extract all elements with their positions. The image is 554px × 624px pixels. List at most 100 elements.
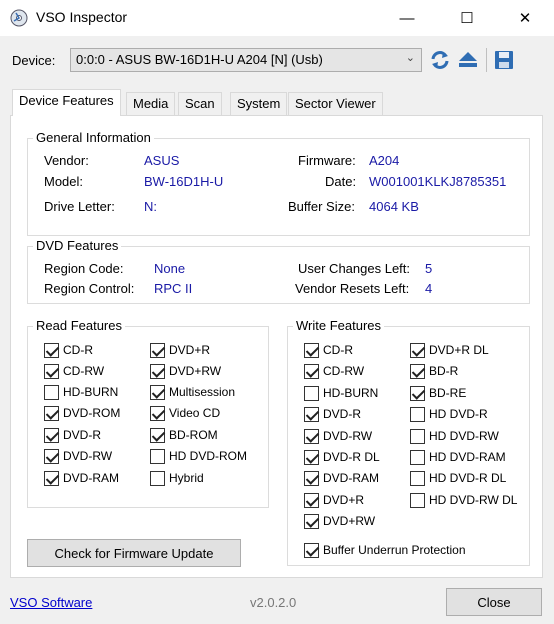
read-dvd-r-checkbox[interactable]: DVD-R	[44, 426, 101, 444]
checkbox-box[interactable]	[410, 470, 425, 486]
checkbox-box[interactable]	[44, 405, 59, 421]
write-dvd-plus-r-checkbox[interactable]: DVD+R	[304, 491, 364, 509]
write-hd-dvd-rw-dl-checkbox[interactable]: HD DVD-RW DL	[410, 491, 517, 509]
read-hybrid-checkbox[interactable]: Hybrid	[150, 469, 204, 487]
device-select[interactable]: 0:0:0 - ASUS BW-16D1H-U A204 [N] (Usb) ⌄	[70, 48, 422, 72]
checkbox-label: CD-RW	[63, 364, 105, 378]
write-features-group: Write Features CD-R CD-RW HD-BURN DVD-R …	[287, 318, 530, 566]
read-cd-rw-checkbox[interactable]: CD-RW	[44, 362, 104, 380]
checkbox-box[interactable]	[150, 470, 165, 486]
checkbox-box[interactable]	[44, 427, 59, 443]
tab-scan[interactable]: Scan	[178, 92, 222, 115]
checkbox-box[interactable]	[304, 513, 319, 529]
read-dvd-rom-checkbox[interactable]: DVD-ROM	[44, 404, 120, 422]
date-label: Date:	[325, 174, 357, 189]
write-cd-r-checkbox[interactable]: CD-R	[304, 341, 353, 359]
read-bd-rom-checkbox[interactable]: BD-ROM	[150, 426, 218, 444]
checkbox-label: HD-BURN	[323, 386, 379, 400]
read-dvd-ram-checkbox[interactable]: DVD-RAM	[44, 469, 119, 487]
write-dvd-r-dl-checkbox[interactable]: DVD-R DL	[304, 448, 380, 466]
checkbox-label: DVD+R DL	[429, 343, 489, 357]
checkbox-box[interactable]	[410, 406, 425, 422]
checkbox-box[interactable]	[410, 449, 425, 465]
tab-device-features[interactable]: Device Features	[12, 89, 121, 116]
checkbox-label: HD DVD-ROM	[169, 449, 247, 463]
maximize-button[interactable]: ☐	[444, 0, 490, 36]
read-video-cd-checkbox[interactable]: Video CD	[150, 404, 220, 422]
write-cd-rw-checkbox[interactable]: CD-RW	[304, 362, 364, 380]
write-hd-burn-checkbox[interactable]: HD-BURN	[304, 384, 378, 402]
read-dvd-plus-rw-checkbox[interactable]: DVD+RW	[150, 362, 221, 380]
buffer-size-label: Buffer Size:	[288, 199, 355, 214]
checkbox-label: HD DVD-RAM	[429, 450, 506, 464]
title-bar: VSO Inspector — ☐ ✕	[0, 0, 554, 36]
group-title: Write Features	[293, 318, 385, 333]
checkbox-box[interactable]	[150, 448, 165, 464]
tab-media[interactable]: Media	[126, 92, 176, 115]
firmware-value: A204	[369, 153, 400, 168]
read-dvd-plus-r-checkbox[interactable]: DVD+R	[150, 341, 210, 359]
buffer-underrun-checkbox[interactable]: Buffer Underrun Protection	[304, 541, 466, 559]
close-button[interactable]: Close	[446, 588, 542, 616]
checkbox-box[interactable]	[150, 384, 165, 400]
checkbox-box[interactable]	[304, 449, 319, 465]
checkbox-box[interactable]	[44, 363, 59, 379]
checkbox-box[interactable]	[410, 363, 425, 379]
write-dvd-plus-r-dl-checkbox[interactable]: DVD+R DL	[410, 341, 489, 359]
checkbox-box[interactable]	[44, 384, 59, 400]
checkbox-box[interactable]	[150, 405, 165, 421]
checkbox-box[interactable]	[304, 428, 319, 444]
checkbox-label: CD-RW	[323, 364, 365, 378]
write-dvd-r-checkbox[interactable]: DVD-R	[304, 405, 361, 423]
checkbox-box[interactable]	[410, 385, 425, 401]
write-dvd-plus-rw-checkbox[interactable]: DVD+RW	[304, 512, 375, 530]
eject-icon[interactable]	[456, 48, 480, 72]
checkbox-box[interactable]	[44, 448, 59, 464]
write-bd-re-checkbox[interactable]: BD-RE	[410, 384, 466, 402]
checkbox-box[interactable]	[44, 470, 59, 486]
vendor-value: ASUS	[144, 153, 180, 168]
vendor-label: Vendor:	[44, 153, 89, 168]
read-dvd-rw-checkbox[interactable]: DVD-RW	[44, 447, 112, 465]
tab-sector-viewer[interactable]: Sector Viewer	[288, 92, 383, 115]
write-hd-dvd-r-dl-checkbox[interactable]: HD DVD-R DL	[410, 469, 506, 487]
read-hd-burn-checkbox[interactable]: HD-BURN	[44, 383, 118, 401]
checkbox-box[interactable]	[44, 342, 59, 358]
write-hd-dvd-r-checkbox[interactable]: HD DVD-R	[410, 405, 488, 423]
vendor-resets-value: 4	[425, 281, 433, 296]
checkbox-box[interactable]	[304, 542, 319, 558]
checkbox-box[interactable]	[150, 427, 165, 443]
checkbox-label: DVD-R DL	[323, 450, 380, 464]
write-hd-dvd-rw-checkbox[interactable]: HD DVD-RW	[410, 427, 499, 445]
close-window-button[interactable]: ✕	[502, 0, 548, 36]
checkbox-box[interactable]	[304, 385, 319, 401]
checkbox-box[interactable]	[304, 342, 319, 358]
write-dvd-rw-checkbox[interactable]: DVD-RW	[304, 427, 372, 445]
vendor-resets-label: Vendor Resets Left:	[295, 281, 410, 296]
checkbox-box[interactable]	[150, 363, 165, 379]
save-icon[interactable]	[492, 48, 516, 72]
check-firmware-update-button[interactable]: Check for Firmware Update	[27, 539, 241, 567]
checkbox-box[interactable]	[150, 342, 165, 358]
checkbox-box[interactable]	[304, 470, 319, 486]
checkbox-box[interactable]	[304, 406, 319, 422]
checkbox-box[interactable]	[410, 492, 425, 508]
read-hd-dvd-rom-checkbox[interactable]: HD DVD-ROM	[150, 447, 247, 465]
checkbox-box[interactable]	[304, 363, 319, 379]
read-features-group: Read Features CD-R CD-RW HD-BURN DVD-ROM…	[27, 318, 269, 508]
minimize-button[interactable]: —	[384, 0, 430, 36]
checkbox-box[interactable]	[410, 428, 425, 444]
refresh-icon[interactable]	[428, 48, 452, 72]
checkbox-box[interactable]	[410, 342, 425, 358]
read-cd-r-checkbox[interactable]: CD-R	[44, 341, 93, 359]
vso-software-link[interactable]: VSO Software	[10, 595, 92, 610]
region-code-label: Region Code:	[44, 261, 124, 276]
region-code-value: None	[154, 261, 186, 276]
read-multisession-checkbox[interactable]: Multisession	[150, 383, 235, 401]
checkbox-box[interactable]	[304, 492, 319, 508]
write-bd-r-checkbox[interactable]: BD-R	[410, 362, 458, 380]
buffer-size-value: 4064 KB	[369, 199, 419, 214]
write-dvd-ram-checkbox[interactable]: DVD-RAM	[304, 469, 379, 487]
tab-system[interactable]: System	[230, 92, 288, 115]
write-hd-dvd-ram-checkbox[interactable]: HD DVD-RAM	[410, 448, 506, 466]
